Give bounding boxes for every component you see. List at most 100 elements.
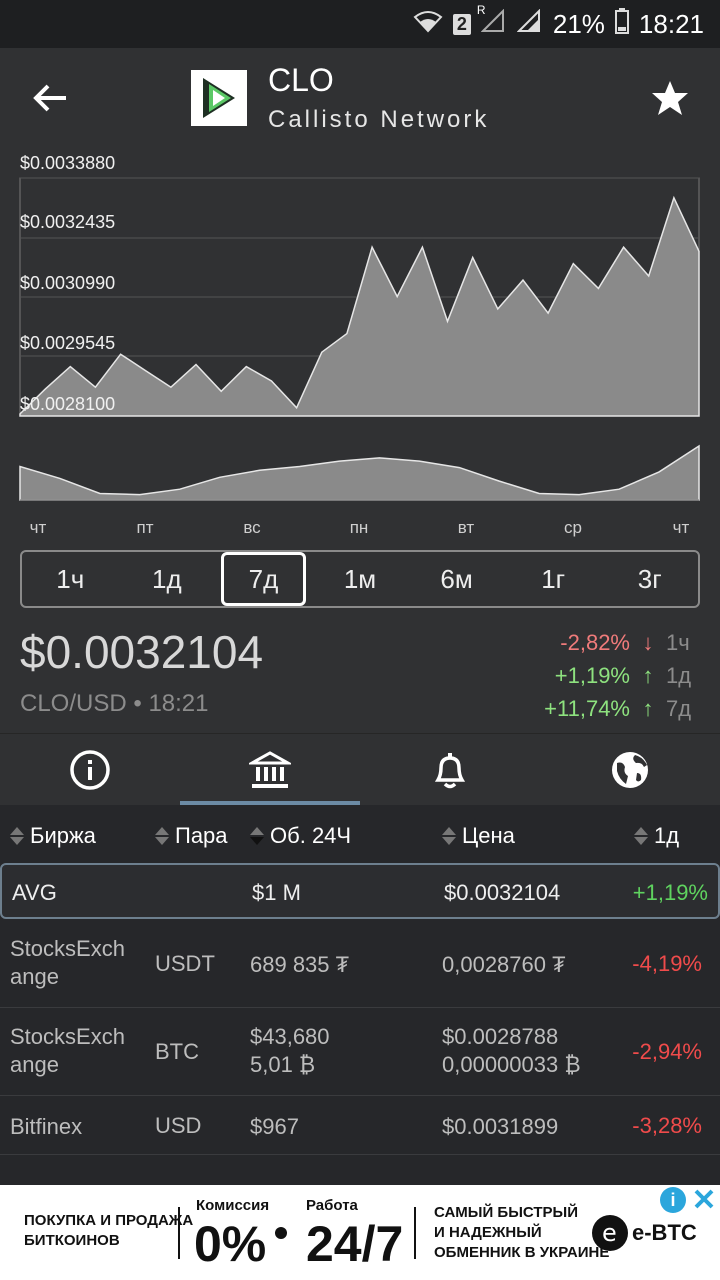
avg-change: +1,19% bbox=[632, 880, 708, 905]
info-icon bbox=[70, 750, 110, 790]
ad-work-label: Работа bbox=[306, 1197, 358, 1214]
signal-icon: R bbox=[477, 3, 507, 40]
change-arrow-icon: ↓ bbox=[642, 630, 654, 655]
ad-dot bbox=[275, 1227, 287, 1239]
signal-icon-2 bbox=[516, 8, 543, 40]
header-volume: Об. 24Ч bbox=[270, 823, 352, 848]
table-row[interactable]: Bitfinex USD $967 $0.0031899 -3,28% bbox=[0, 1096, 720, 1155]
sort-exchange[interactable]: Биржа bbox=[10, 823, 96, 849]
ad-brand-logo: e e-BTC bbox=[590, 1213, 697, 1253]
ad-slogan-2: И НАДЕЖНЫЙ bbox=[434, 1224, 542, 1241]
range-6[interactable]: 3г bbox=[601, 552, 698, 606]
ebtc-logo-icon: e bbox=[592, 1215, 628, 1251]
range-0[interactable]: 1ч bbox=[22, 552, 119, 606]
range-1[interactable]: 1д bbox=[119, 552, 216, 606]
change-arrow-icon: ↑ bbox=[642, 663, 654, 688]
row-pair: USDT bbox=[155, 951, 215, 976]
row-price: $0.0028788 0,00000033 ₿ bbox=[442, 1023, 581, 1079]
avg-volume: $1 M bbox=[252, 880, 301, 905]
sort-icon bbox=[155, 827, 169, 845]
row-price-line: 0,00000033 ₿ bbox=[442, 1052, 581, 1077]
battery-icon bbox=[614, 7, 629, 41]
ad-slogan-3: ОБМЕННИК В УКРАИНЕ bbox=[434, 1244, 610, 1261]
table-row[interactable]: StocksExch ange USDT 689 835 ₮ 0,0028760 ₮ -4… bbox=[0, 921, 720, 1008]
change-percent: -2,82% bbox=[560, 630, 630, 655]
change-row: +1,19% ↑ 1д bbox=[555, 663, 700, 689]
range-3[interactable]: 1м bbox=[312, 552, 409, 606]
range-4[interactable]: 6м bbox=[408, 552, 505, 606]
pair-label: CLO/USD bbox=[20, 690, 127, 717]
globe-icon bbox=[612, 752, 648, 788]
change-percent: +11,74% bbox=[544, 696, 630, 721]
row-change: -3,28% bbox=[632, 1113, 702, 1138]
y-axis-label: $0.0032435 bbox=[20, 212, 116, 232]
row-volume-line: $43,680 bbox=[250, 1024, 330, 1049]
row-price-line: $0.0031899 bbox=[442, 1114, 559, 1139]
range-selector: 1ч 1д 7д 1м 6м 1г 3г bbox=[20, 550, 700, 608]
row-exchange-line: Bitfinex bbox=[10, 1114, 83, 1139]
row-exchange-line: ange bbox=[10, 964, 59, 989]
row-exchange-line: ange bbox=[10, 1052, 59, 1077]
y-axis-label: $0.0033880 bbox=[20, 153, 116, 173]
tab-bar bbox=[0, 733, 720, 806]
header-pair: Пара bbox=[175, 823, 228, 848]
x-axis-label: вс bbox=[243, 518, 261, 537]
change-percent: +1,19% bbox=[554, 663, 630, 688]
row-price-line: 0,0028760 ₮ bbox=[442, 952, 566, 977]
ad-brand: e-BTC bbox=[632, 1220, 697, 1245]
table-row[interactable]: StocksExch ange BTC $43,680 5,01 ₿ $0.0028788… bbox=[0, 1009, 720, 1096]
range-5[interactable]: 1г bbox=[505, 552, 602, 606]
range-2[interactable]: 7д bbox=[215, 552, 312, 606]
row-volume: $967 bbox=[250, 1113, 299, 1141]
row-exchange: StocksExch ange bbox=[10, 935, 125, 991]
header-exchange: Биржа bbox=[30, 823, 96, 848]
sort-icon bbox=[634, 827, 648, 845]
change-row: +11,74% ↑ 7д bbox=[544, 696, 700, 722]
sort-pair[interactable]: Пара bbox=[155, 823, 228, 849]
row-exchange: StocksExch ange bbox=[10, 1023, 125, 1079]
row-volume-line: 689 835 ₮ bbox=[250, 952, 350, 977]
tab-info[interactable] bbox=[0, 734, 180, 806]
sort-price[interactable]: Цена bbox=[442, 823, 515, 849]
row-exchange: Bitfinex bbox=[10, 1113, 82, 1141]
row-exchange-line: StocksExch bbox=[10, 1024, 125, 1049]
tab-alerts[interactable] bbox=[360, 734, 540, 806]
coin-name: Callisto Network bbox=[268, 106, 490, 133]
table-header: Биржа Пара Об. 24Ч Цена 1д bbox=[0, 805, 720, 865]
avg-row[interactable]: AVG $1 M $0.0032104 +1,19% bbox=[0, 863, 720, 919]
arrow-left-icon bbox=[33, 84, 66, 112]
y-axis-label: $0.0029545 bbox=[20, 333, 116, 353]
change-period: 1д bbox=[666, 663, 692, 688]
sort-change[interactable]: 1д bbox=[634, 823, 679, 849]
ad-close-button[interactable] bbox=[690, 1185, 718, 1213]
coin-symbol: CLO bbox=[268, 62, 334, 98]
header-change: 1д bbox=[654, 823, 680, 848]
x-axis-label: вт bbox=[457, 518, 475, 537]
tab-exchanges[interactable] bbox=[180, 734, 360, 806]
tab-web[interactable] bbox=[540, 734, 720, 806]
bank-icon bbox=[249, 751, 291, 788]
status-bar: 2 R 21% 18:21 bbox=[0, 0, 720, 48]
coin-logo bbox=[191, 70, 247, 126]
sort-volume[interactable]: Об. 24Ч bbox=[250, 823, 351, 849]
favorite-button[interactable] bbox=[650, 78, 690, 118]
exchange-table: Биржа Пара Об. 24Ч Цена 1д AVG $1 M $0.0… bbox=[0, 805, 720, 1185]
ad-text-left: ПОКУПКА И ПРОДАЖА БИТКОИНОВ bbox=[24, 1211, 193, 1251]
header-price: Цена bbox=[462, 823, 515, 848]
price-time: 18:21 bbox=[148, 690, 209, 717]
ad-banner[interactable]: ПОКУПКА И ПРОДАЖА БИТКОИНОВ Комиссия 0% … bbox=[0, 1185, 720, 1280]
sort-icon bbox=[250, 827, 264, 845]
ad-divider bbox=[178, 1207, 180, 1259]
clock: 18:21 bbox=[638, 8, 704, 39]
ad-info-icon[interactable]: i bbox=[660, 1187, 686, 1213]
bell-icon bbox=[434, 753, 466, 789]
back-button[interactable] bbox=[30, 78, 70, 118]
row-change: -2,94% bbox=[632, 1039, 702, 1064]
header: CLO Callisto Network bbox=[0, 48, 720, 148]
ad-fee-value: 0% bbox=[194, 1216, 267, 1272]
table-row-partial[interactable] bbox=[0, 1155, 720, 1185]
row-pair: BTC bbox=[155, 1039, 199, 1064]
volume-area bbox=[19, 444, 700, 501]
change-row: -2,82% ↓ 1ч bbox=[560, 630, 700, 656]
row-volume: $43,680 5,01 ₿ bbox=[250, 1023, 330, 1079]
